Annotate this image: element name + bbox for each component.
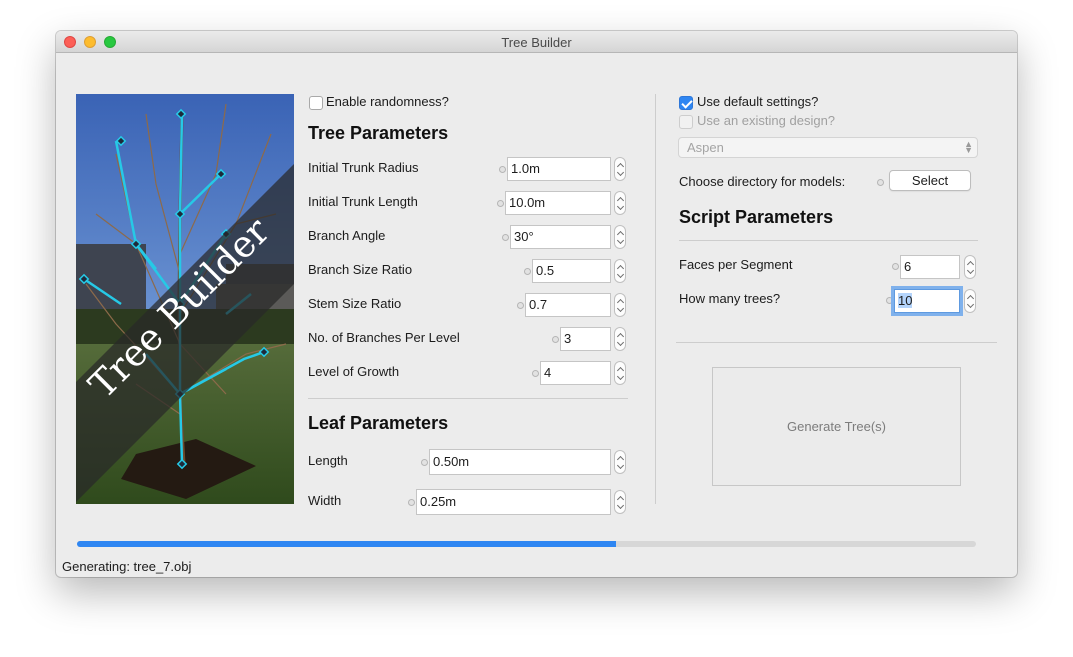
existing-design-select[interactable]: Aspen ▲ ▼ bbox=[678, 137, 978, 158]
enable-randomness-label: Enable randomness? bbox=[326, 94, 449, 109]
field-indicator-icon bbox=[877, 179, 884, 186]
field-indicator-icon bbox=[517, 302, 524, 309]
how-many-trees-field[interactable]: 10 bbox=[894, 289, 960, 313]
branch-size-ratio-stepper[interactable] bbox=[614, 259, 626, 283]
choose-directory-label: Choose directory for models: bbox=[679, 174, 846, 189]
title-bar: Tree Builder bbox=[56, 31, 1017, 53]
branch-size-ratio-field[interactable]: 0.5 bbox=[532, 259, 611, 283]
branches-per-level-field[interactable]: 3 bbox=[560, 327, 611, 351]
branch-angle-field[interactable]: 30° bbox=[510, 225, 611, 249]
param-label: Initial Trunk Length bbox=[308, 194, 418, 209]
faces-per-segment-stepper[interactable] bbox=[964, 255, 976, 279]
field-indicator-icon bbox=[421, 459, 428, 466]
column-divider bbox=[655, 94, 656, 504]
param-label: Branch Size Ratio bbox=[308, 262, 413, 277]
field-indicator-icon bbox=[892, 263, 899, 270]
tree-builder-window: Tree Builder Tree Builder Enable randomn… bbox=[56, 31, 1017, 577]
leaf-width-field[interactable]: 0.25m bbox=[416, 489, 611, 515]
main-content: Tree Builder Enable randomness? Tree Par… bbox=[56, 53, 1017, 577]
select-directory-button[interactable]: Select bbox=[889, 170, 971, 191]
param-label: No. of Branches Per Level bbox=[308, 330, 460, 345]
enable-randomness-checkbox[interactable] bbox=[309, 96, 323, 110]
initial-trunk-length-stepper[interactable] bbox=[614, 191, 626, 215]
progress-bar bbox=[77, 541, 976, 547]
field-indicator-icon bbox=[886, 297, 893, 304]
stem-size-ratio-stepper[interactable] bbox=[614, 293, 626, 317]
initial-trunk-radius-field[interactable]: 1.0m bbox=[507, 157, 611, 181]
field-indicator-icon bbox=[497, 200, 504, 207]
param-label: Initial Trunk Radius bbox=[308, 160, 419, 175]
tree-photo: Tree Builder bbox=[76, 94, 294, 504]
faces-per-segment-field[interactable]: 6 bbox=[900, 255, 960, 279]
leaf-parameters-heading: Leaf Parameters bbox=[308, 413, 449, 433]
selected-value: 10 bbox=[898, 293, 913, 308]
script-parameters-heading: Script Parameters bbox=[679, 207, 834, 227]
param-label: Faces per Segment bbox=[679, 257, 793, 272]
section-divider bbox=[308, 398, 628, 399]
branch-angle-stepper[interactable] bbox=[614, 225, 626, 249]
leaf-length-stepper[interactable] bbox=[614, 450, 626, 474]
initial-trunk-length-field[interactable]: 10.0m bbox=[505, 191, 611, 215]
stem-size-ratio-field[interactable]: 0.7 bbox=[525, 293, 611, 317]
field-indicator-icon bbox=[524, 268, 531, 275]
leaf-length-field[interactable]: 0.50m bbox=[429, 449, 611, 475]
section-divider bbox=[676, 342, 997, 343]
use-default-settings-checkbox[interactable] bbox=[679, 96, 693, 110]
field-indicator-icon bbox=[502, 234, 509, 241]
chevron-up-down-icon: ▲ ▼ bbox=[964, 139, 973, 155]
use-existing-design-label: Use an existing design? bbox=[697, 113, 836, 128]
param-label: Width bbox=[308, 493, 342, 508]
field-indicator-icon bbox=[499, 166, 506, 173]
level-of-growth-field[interactable]: 4 bbox=[540, 361, 611, 385]
initial-trunk-radius-stepper[interactable] bbox=[614, 157, 626, 181]
tree-photo-icon: Tree Builder bbox=[76, 94, 294, 504]
existing-design-value: Aspen bbox=[687, 140, 724, 155]
field-indicator-icon bbox=[532, 370, 539, 377]
field-indicator-icon bbox=[552, 336, 559, 343]
param-label: Branch Angle bbox=[308, 228, 386, 243]
use-existing-design-checkbox[interactable] bbox=[679, 115, 693, 129]
param-label: Length bbox=[308, 453, 348, 468]
tree-parameters-heading: Tree Parameters bbox=[308, 123, 449, 143]
field-indicator-icon bbox=[408, 499, 415, 506]
section-divider bbox=[679, 240, 978, 241]
generate-trees-button[interactable]: Generate Tree(s) bbox=[712, 367, 961, 486]
param-label: How many trees? bbox=[679, 291, 781, 306]
param-label: Stem Size Ratio bbox=[308, 296, 402, 311]
branches-per-level-stepper[interactable] bbox=[614, 327, 626, 351]
window-title: Tree Builder bbox=[501, 35, 572, 50]
leaf-width-stepper[interactable] bbox=[614, 490, 626, 514]
status-text: Generating: tree_7.obj bbox=[62, 559, 192, 574]
level-of-growth-stepper[interactable] bbox=[614, 361, 626, 385]
progress-fill bbox=[77, 541, 617, 547]
use-default-settings-label: Use default settings? bbox=[697, 94, 819, 109]
how-many-trees-stepper[interactable] bbox=[964, 289, 976, 313]
param-label: Level of Growth bbox=[308, 364, 400, 379]
